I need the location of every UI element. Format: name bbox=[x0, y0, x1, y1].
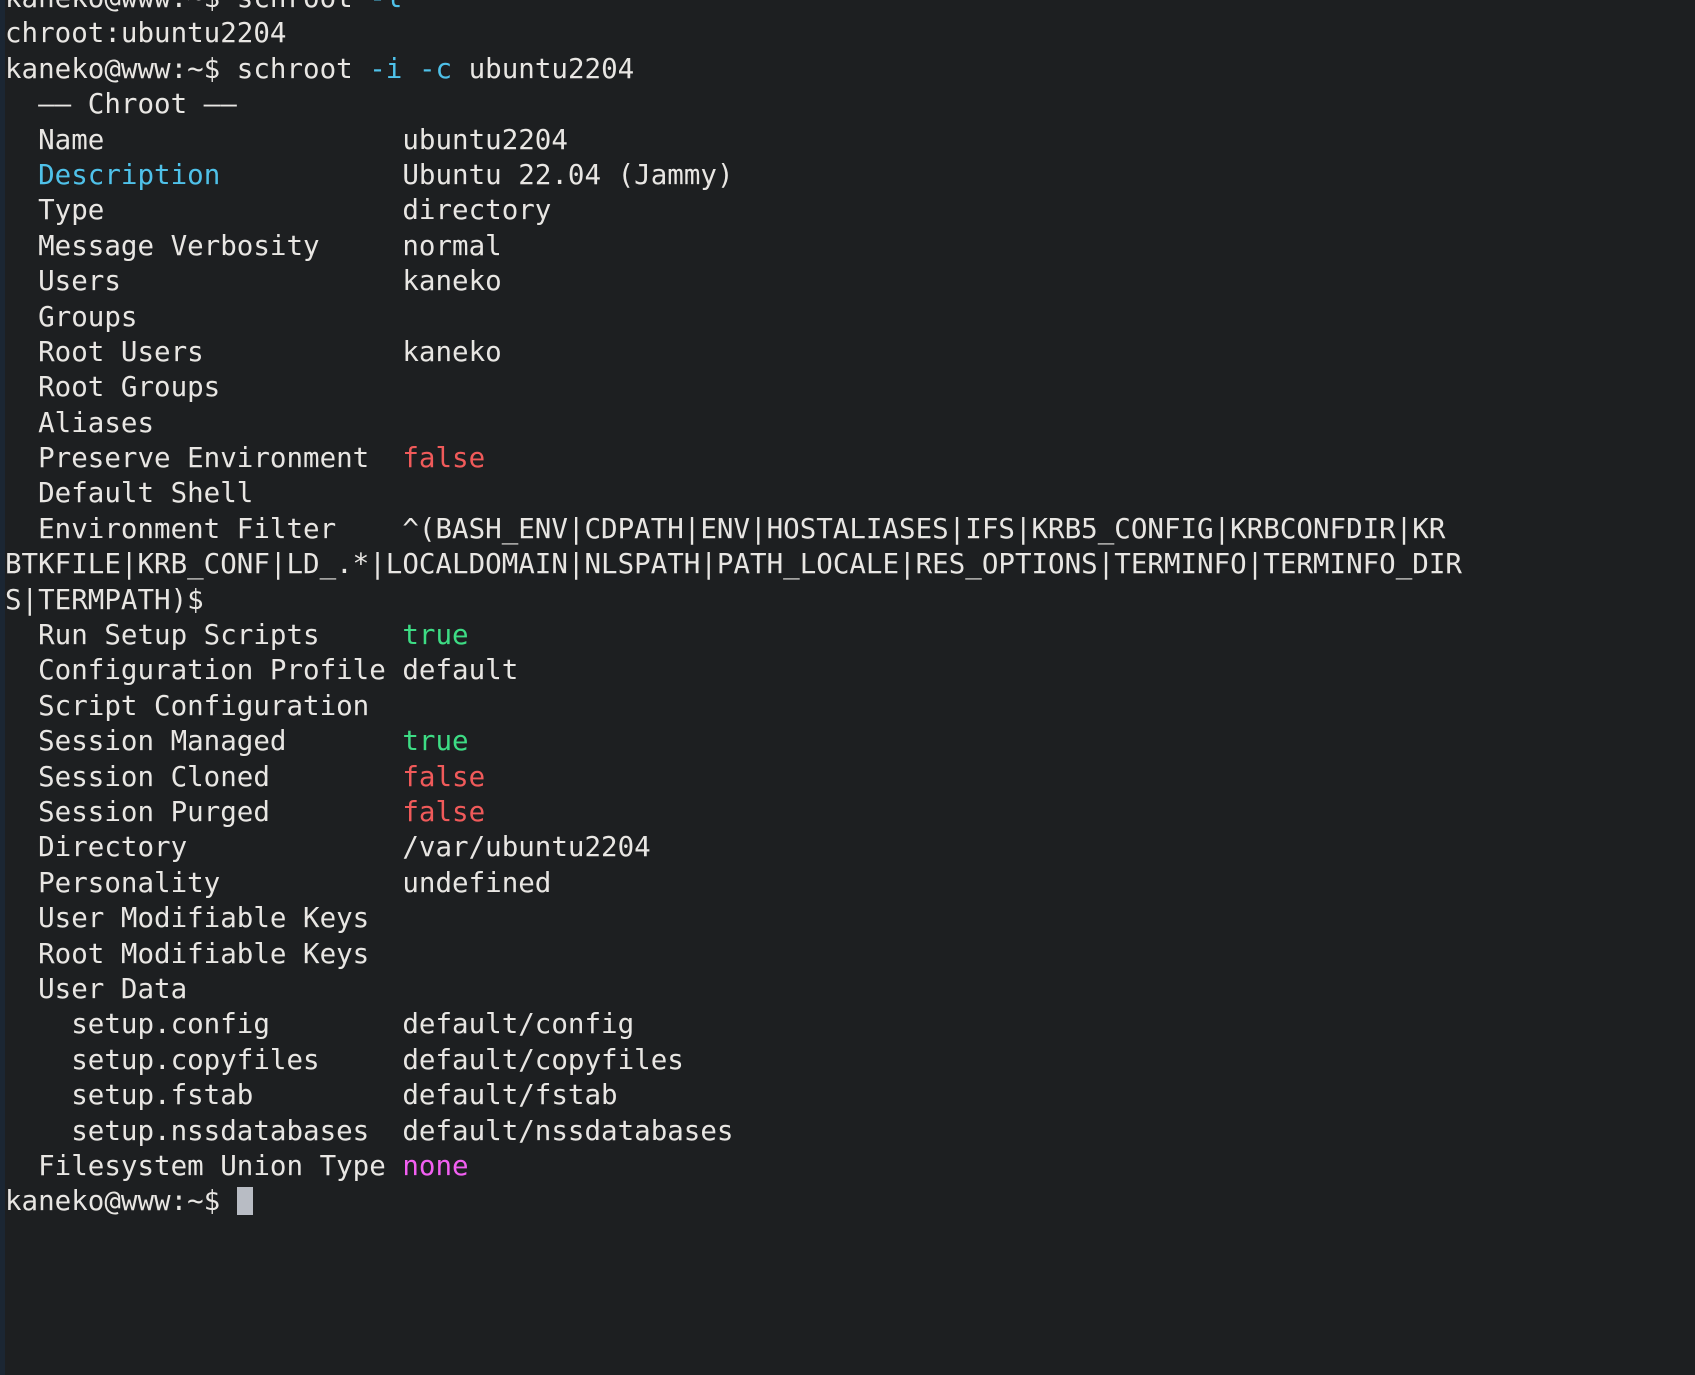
output-chroot-list: chroot:ubuntu2204 bbox=[5, 16, 1695, 51]
field-personality: Personality undefined bbox=[5, 866, 1695, 901]
field-environment-filter-wrap-1-seg-0: BTKFILE|KRB_CONF|LD_.*|LOCALDOMAIN|NLSPA… bbox=[5, 548, 1462, 581]
field-configuration-profile: Configuration Profile default bbox=[5, 653, 1695, 688]
command-line-schroot-list: kaneko@www:~$ schroot -l bbox=[5, 0, 1695, 16]
field-message-verbosity-seg-0: Message Verbosity normal bbox=[5, 229, 502, 262]
field-description-seg-2: Ubuntu 22.04 (Jammy) bbox=[220, 158, 734, 191]
command-line-schroot-list-seg-0: kaneko@www:~$ schroot bbox=[5, 0, 369, 14]
field-user-data-seg-0: User Data bbox=[5, 972, 188, 1005]
terminal-screen[interactable]: kaneko@www:~$ lskaneko@www:~$ schroot -l… bbox=[5, 0, 1695, 1220]
field-description-seg-1: Description bbox=[38, 158, 221, 191]
field-root-users-seg-0: Root Users kaneko bbox=[5, 335, 502, 368]
field-configuration-profile-seg-0: Configuration Profile default bbox=[5, 654, 519, 687]
command-line-schroot-list-seg-1: -l bbox=[369, 0, 402, 14]
field-setup-fstab: setup.fstab default/fstab bbox=[5, 1078, 1695, 1113]
field-setup-fstab-seg-0: setup.fstab default/fstab bbox=[5, 1079, 618, 1112]
field-session-cloned-seg-1: false bbox=[402, 760, 486, 793]
field-users-seg-0: Users kaneko bbox=[5, 265, 502, 298]
field-session-purged-seg-0: Session Purged bbox=[5, 795, 403, 828]
field-script-configuration: Script Configuration bbox=[5, 689, 1695, 724]
field-setup-copyfiles: setup.copyfiles default/copyfiles bbox=[5, 1043, 1695, 1078]
field-users: Users kaneko bbox=[5, 264, 1695, 299]
field-directory-seg-0: Directory /var/ubuntu2204 bbox=[5, 831, 651, 864]
field-preserve-environment-seg-0: Preserve Environment bbox=[5, 442, 403, 475]
field-type: Type directory bbox=[5, 193, 1695, 228]
field-session-managed: Session Managed true bbox=[5, 724, 1695, 759]
field-root-groups: Root Groups bbox=[5, 370, 1695, 405]
field-session-cloned-seg-0: Session Cloned bbox=[5, 760, 403, 793]
command-line-schroot-info-seg-2 bbox=[402, 53, 419, 85]
field-root-modifiable-keys: Root Modifiable Keys bbox=[5, 937, 1695, 972]
field-message-verbosity: Message Verbosity normal bbox=[5, 229, 1695, 264]
command-line-schroot-info-seg-0: kaneko@www:~$ schroot bbox=[5, 52, 370, 85]
field-session-purged-seg-1: false bbox=[402, 795, 486, 828]
field-root-groups-seg-0: Root Groups bbox=[5, 371, 221, 404]
field-run-setup-scripts-seg-1: true bbox=[402, 619, 469, 652]
section-header-chroot: —— Chroot —— bbox=[5, 87, 1695, 122]
field-description: Description Ubuntu 22.04 (Jammy) bbox=[5, 158, 1695, 193]
command-line-schroot-info-seg-4: ubuntu2204 bbox=[452, 52, 635, 85]
field-environment-filter-wrap-2-seg-0: S|TERMPATH)$ bbox=[5, 583, 204, 616]
field-session-managed-seg-0: Session Managed bbox=[5, 725, 403, 758]
field-preserve-environment-seg-1: false bbox=[402, 442, 486, 475]
field-setup-config-seg-0: setup.config default/config bbox=[5, 1008, 635, 1041]
field-filesystem-union-type-seg-0: Filesystem Union Type bbox=[5, 1149, 403, 1182]
field-directory: Directory /var/ubuntu2204 bbox=[5, 830, 1695, 865]
field-name: Name ubuntu2204 bbox=[5, 123, 1695, 158]
field-environment-filter: Environment Filter ^(BASH_ENV|CDPATH|ENV… bbox=[5, 512, 1695, 547]
field-aliases: Aliases bbox=[5, 406, 1695, 441]
field-description-seg-0 bbox=[5, 159, 38, 191]
field-type-seg-0: Type directory bbox=[5, 194, 552, 227]
field-root-users: Root Users kaneko bbox=[5, 335, 1695, 370]
field-setup-config: setup.config default/config bbox=[5, 1007, 1695, 1042]
field-preserve-environment: Preserve Environment false bbox=[5, 441, 1695, 476]
field-filesystem-union-type-seg-1: none bbox=[402, 1149, 469, 1182]
field-setup-nssdatabases-seg-0: setup.nssdatabases default/nssdatabases bbox=[5, 1114, 734, 1147]
field-groups-seg-0: Groups bbox=[5, 300, 138, 333]
field-environment-filter-seg-0: Environment Filter ^(BASH_ENV|CDPATH|ENV… bbox=[5, 512, 1446, 545]
prompt-line-final-seg-0: kaneko@www:~$ bbox=[5, 1185, 237, 1218]
field-default-shell: Default Shell bbox=[5, 476, 1695, 511]
field-user-modifiable-keys: User Modifiable Keys bbox=[5, 901, 1695, 936]
command-line-schroot-info-seg-3: -c bbox=[418, 52, 453, 85]
command-line-schroot-info-seg-1: -i bbox=[369, 52, 403, 85]
field-setup-copyfiles-seg-0: setup.copyfiles default/copyfiles bbox=[5, 1043, 684, 1076]
field-environment-filter-wrap-1: BTKFILE|KRB_CONF|LD_.*|LOCALDOMAIN|NLSPA… bbox=[5, 547, 1695, 582]
field-name-seg-0: Name ubuntu2204 bbox=[5, 123, 568, 156]
terminal-window[interactable]: kaneko@www:~$ lskaneko@www:~$ schroot -l… bbox=[0, 0, 1695, 1375]
field-filesystem-union-type: Filesystem Union Type none bbox=[5, 1149, 1695, 1184]
section-header-chroot-seg-0: —— Chroot —— bbox=[5, 88, 237, 121]
field-session-purged: Session Purged false bbox=[5, 795, 1695, 830]
text-cursor bbox=[236, 1187, 254, 1216]
field-personality-seg-0: Personality undefined bbox=[5, 866, 552, 899]
field-default-shell-seg-0: Default Shell bbox=[5, 477, 254, 510]
field-setup-nssdatabases: setup.nssdatabases default/nssdatabases bbox=[5, 1114, 1695, 1149]
field-environment-filter-wrap-2: S|TERMPATH)$ bbox=[5, 583, 1695, 618]
field-user-modifiable-keys-seg-0: User Modifiable Keys bbox=[5, 902, 370, 935]
field-user-data: User Data bbox=[5, 972, 1695, 1007]
field-root-modifiable-keys-seg-0: Root Modifiable Keys bbox=[5, 937, 370, 970]
prompt-line-final: kaneko@www:~$ bbox=[5, 1184, 1695, 1219]
output-chroot-list-seg-0: chroot:ubuntu2204 bbox=[5, 17, 287, 50]
field-groups: Groups bbox=[5, 300, 1695, 335]
field-run-setup-scripts: Run Setup Scripts true bbox=[5, 618, 1695, 653]
field-script-configuration-seg-0: Script Configuration bbox=[5, 689, 370, 722]
field-aliases-seg-0: Aliases bbox=[5, 406, 155, 439]
command-line-schroot-info: kaneko@www:~$ schroot -i -c ubuntu2204 bbox=[5, 52, 1695, 87]
field-session-cloned: Session Cloned false bbox=[5, 760, 1695, 795]
field-session-managed-seg-1: true bbox=[402, 725, 469, 758]
field-run-setup-scripts-seg-0: Run Setup Scripts bbox=[5, 619, 403, 652]
